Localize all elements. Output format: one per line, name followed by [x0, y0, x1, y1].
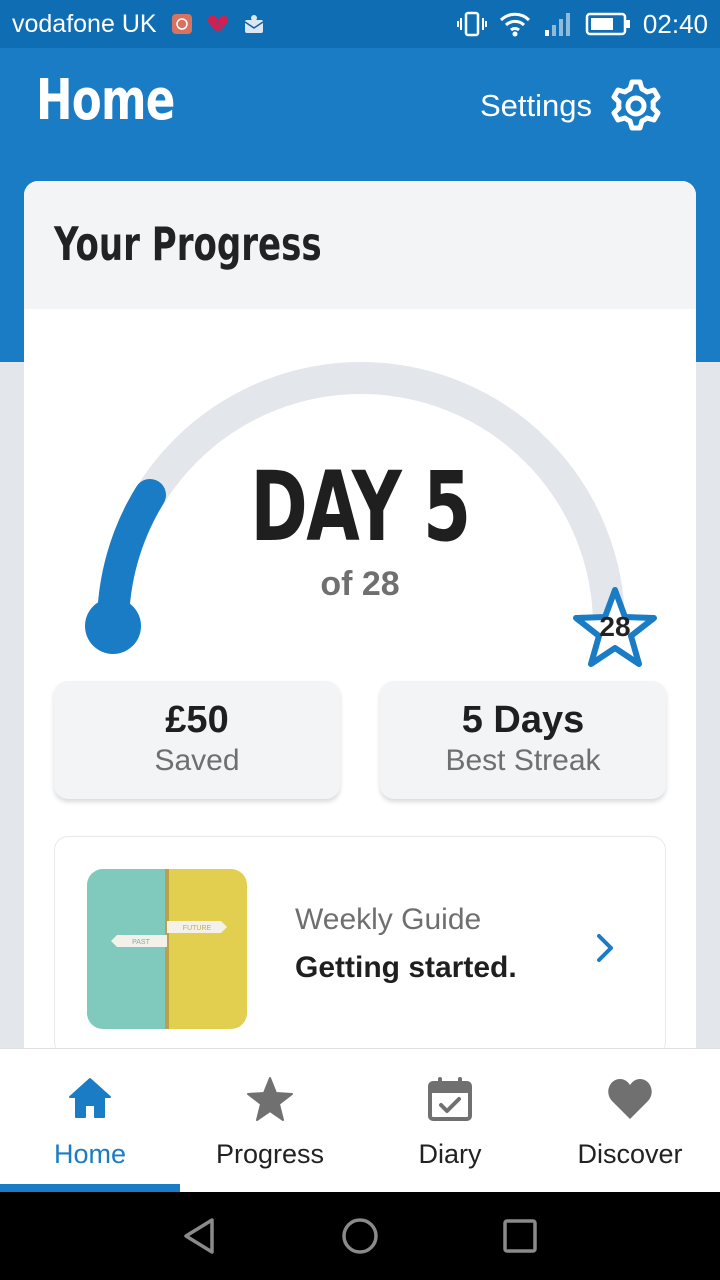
bottom-navigation: Home Progress Diary Discover	[0, 1048, 720, 1193]
settings-label: Settings	[479, 88, 592, 123]
best-streak-label: Best Streak	[445, 744, 601, 777]
page-title: Home	[36, 68, 175, 133]
back-icon[interactable]	[180, 1216, 220, 1256]
weekly-guide-card[interactable]: FUTURE PAST Weekly Guide Getting started…	[54, 836, 666, 1056]
nav-home-label: Home	[53, 1139, 127, 1169]
money-saved-label: Saved	[154, 744, 240, 777]
nav-home[interactable]: Home	[0, 1049, 180, 1193]
gauge-start-dot	[85, 598, 141, 654]
signal-icon	[544, 13, 570, 36]
mail-notification-icon	[244, 15, 263, 33]
nav-diary-label: Diary	[418, 1139, 482, 1169]
carrier-name: vodafone UK	[12, 9, 157, 38]
home-icon	[69, 1078, 111, 1118]
guide-kicker: Weekly Guide	[295, 903, 482, 936]
recents-icon[interactable]	[500, 1216, 540, 1256]
wifi-icon	[499, 12, 530, 37]
nav-diary[interactable]: Diary	[360, 1049, 540, 1193]
sign-past-text: PAST	[132, 939, 150, 946]
clock: 02:40	[642, 8, 708, 39]
money-saved-value: £50	[165, 699, 229, 741]
best-streak-value: 5 Days	[461, 699, 585, 741]
chevron-right-icon	[597, 934, 613, 962]
nav-progress[interactable]: Progress	[180, 1049, 360, 1193]
vibrate-icon	[456, 11, 487, 37]
battery-icon	[585, 12, 630, 36]
nav-progress-label: Progress	[215, 1139, 325, 1169]
home-button-icon[interactable]	[340, 1216, 380, 1256]
star-icon	[247, 1077, 293, 1121]
goal-day-number: 28	[599, 611, 631, 642]
settings-button[interactable]: Settings	[480, 78, 664, 134]
gear-icon	[611, 79, 661, 131]
current-day-label: DAY 5	[250, 451, 471, 563]
progress-card-title: Your Progress	[54, 217, 322, 271]
guide-title: Getting started.	[295, 951, 517, 984]
nav-discover-label: Discover	[577, 1139, 683, 1169]
progress-card-header: Your Progress	[24, 181, 696, 309]
heart-icon	[608, 1079, 652, 1119]
nav-discover[interactable]: Discover	[540, 1049, 720, 1193]
calendar-check-icon	[428, 1077, 472, 1121]
app-notification-icon	[171, 14, 192, 34]
money-saved-stat: £50 Saved	[54, 681, 340, 799]
broken-heart-icon	[207, 15, 228, 34]
sign-future-text: FUTURE	[183, 925, 212, 932]
best-streak-stat: 5 Days Best Streak	[380, 681, 666, 799]
progress-card: Your Progress DAY 5 of 28 28 £50 Saved 5…	[24, 181, 696, 1081]
system-navigation-bar	[0, 1192, 720, 1280]
status-bar: vodafone UK 02:40	[0, 0, 720, 48]
guide-thumbnail: FUTURE PAST	[87, 869, 247, 1029]
